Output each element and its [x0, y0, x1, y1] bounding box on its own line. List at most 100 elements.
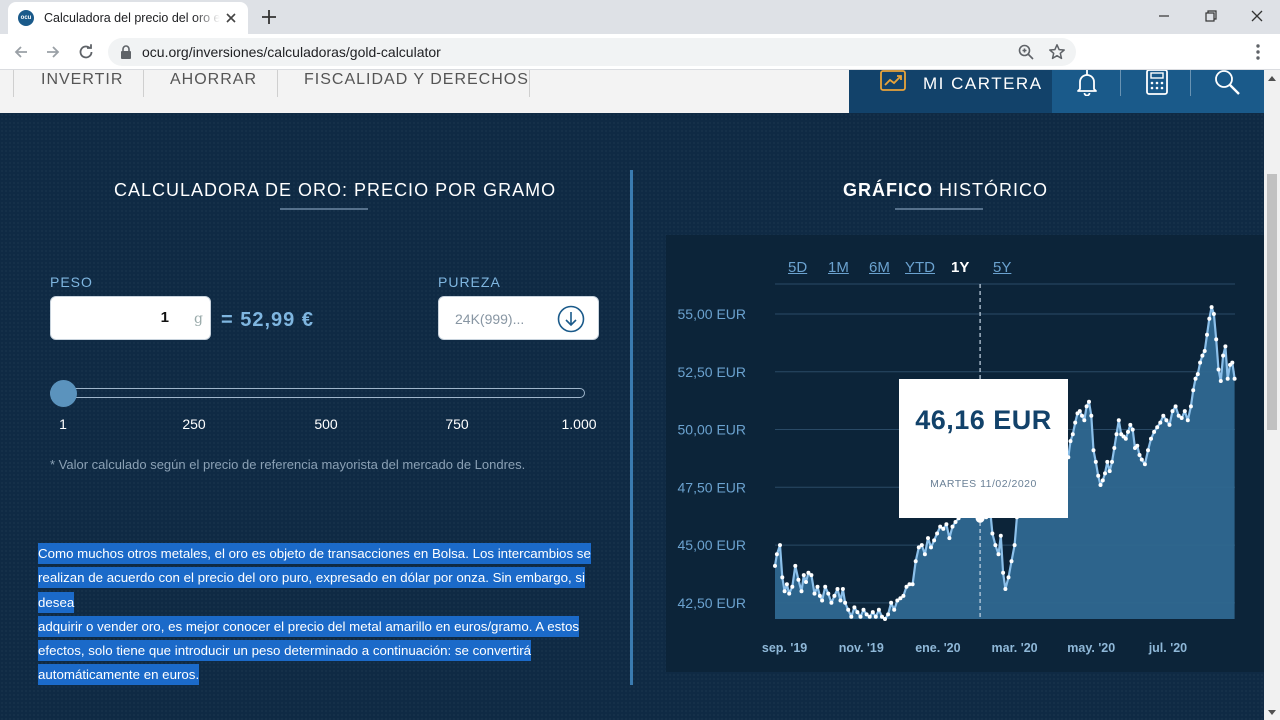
data-point [1200, 353, 1205, 358]
data-point [780, 575, 785, 580]
data-point [1084, 404, 1089, 409]
data-point [773, 563, 777, 568]
x-axis-tick-label: mar. '20 [992, 641, 1038, 655]
data-point [1080, 413, 1084, 418]
x-axis-tick-label: nov. '19 [839, 641, 884, 655]
data-point [840, 587, 845, 591]
data-point [861, 607, 866, 612]
data-point [883, 617, 887, 621]
data-point [855, 610, 860, 615]
y-axis-tick-label: 55,00 EUR [678, 306, 746, 322]
data-point [1185, 418, 1190, 423]
price-history-chart[interactable]: 55,00 EUR 52,50 EUR 50,00 EUR 47,50 EUR 45,0… [0, 0, 1264, 720]
data-point [812, 591, 817, 596]
data-point [778, 543, 782, 548]
data-point [809, 573, 814, 578]
data-point [1135, 443, 1140, 448]
data-point [1193, 376, 1198, 381]
data-point [947, 536, 952, 541]
data-point [1170, 409, 1175, 414]
data-point [1009, 559, 1014, 564]
data-point [1218, 379, 1223, 383]
data-point [1110, 459, 1114, 464]
data-point [1012, 543, 1017, 548]
data-point [801, 573, 806, 578]
x-axis-tick-label: may. '20 [1067, 641, 1115, 655]
data-point [1161, 413, 1166, 418]
data-point [919, 543, 924, 548]
data-point [996, 552, 1001, 557]
data-point [849, 614, 854, 619]
data-point [1130, 427, 1135, 432]
data-point [1089, 413, 1094, 418]
data-point [1155, 425, 1160, 430]
data-point [815, 584, 820, 589]
data-point [950, 524, 955, 529]
data-point [1077, 409, 1082, 414]
data-point [1126, 429, 1130, 434]
data-point [817, 593, 822, 598]
data-point [835, 587, 840, 591]
data-point [998, 533, 1003, 538]
data-point [790, 584, 795, 589]
data-point [935, 531, 940, 536]
data-point [1107, 469, 1112, 474]
data-point [1214, 337, 1219, 342]
data-point [826, 591, 831, 596]
data-point [796, 577, 801, 582]
data-point [787, 591, 792, 596]
data-point [873, 614, 878, 619]
data-point [1006, 575, 1011, 580]
data-point [846, 607, 851, 612]
data-point [913, 559, 918, 564]
scrollbar-thumb[interactable] [1267, 174, 1277, 430]
data-point [1093, 459, 1098, 464]
data-point [852, 605, 857, 610]
y-axis-tick-label: 42,50 EUR [678, 595, 746, 611]
scroll-up-arrow-icon[interactable] [1268, 76, 1276, 81]
data-point [838, 598, 843, 603]
data-point [990, 531, 995, 536]
x-axis-tick-label: sep. '19 [762, 641, 807, 655]
data-point [784, 582, 789, 587]
data-point [782, 589, 787, 594]
data-point [1146, 448, 1150, 453]
data-point [1103, 471, 1107, 476]
data-point [1205, 332, 1209, 337]
data-point [1225, 376, 1230, 381]
data-point [1068, 439, 1073, 444]
y-axis-tick-label: 45,00 EUR [678, 537, 746, 553]
data-point [804, 580, 808, 584]
data-point [1191, 388, 1196, 393]
data-point [929, 545, 933, 550]
data-point [1223, 344, 1228, 349]
data-point [1105, 459, 1110, 464]
page-scrollbar[interactable] [1264, 70, 1280, 720]
data-point [1198, 360, 1203, 365]
data-point [1091, 448, 1096, 453]
data-point [1209, 305, 1214, 310]
scroll-down-arrow-icon[interactable] [1268, 710, 1276, 715]
data-point [1001, 570, 1006, 575]
data-point [1112, 446, 1117, 450]
data-point [858, 614, 863, 619]
data-point [1123, 436, 1128, 441]
data-point [1114, 432, 1119, 437]
x-axis-tick-label: jul. '20 [1148, 641, 1187, 655]
data-point [1139, 457, 1144, 462]
data-point [876, 607, 881, 612]
data-point [1211, 312, 1216, 316]
data-point [1128, 422, 1133, 427]
data-point [1152, 429, 1157, 434]
y-axis-tick-label: 52,50 EUR [678, 364, 746, 380]
data-point [1230, 360, 1235, 365]
data-point [886, 612, 891, 617]
data-point [1070, 432, 1075, 437]
data-point [1149, 436, 1153, 441]
data-point [1087, 399, 1091, 404]
data-point [1216, 367, 1221, 372]
data-point [932, 538, 937, 543]
data-point [1137, 453, 1142, 457]
data-point [832, 593, 837, 598]
data-point [1082, 418, 1087, 423]
